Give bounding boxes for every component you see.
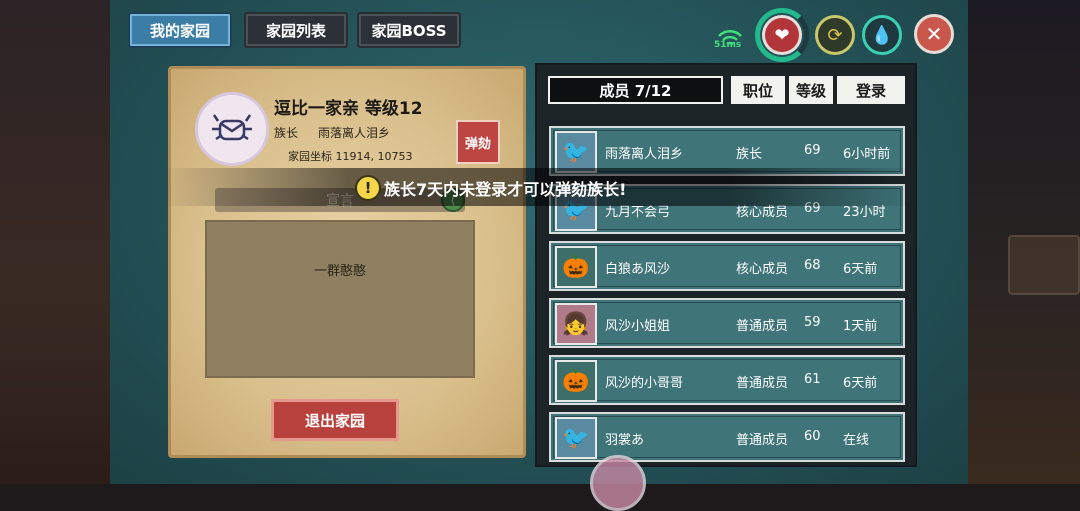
family-coordinates: 家园坐标 11914, 10753: [288, 150, 413, 163]
member-name: 雨落离人泪乡: [605, 147, 684, 162]
member-role: 核心成员: [736, 262, 789, 277]
tab-my-family[interactable]: 我的家园: [128, 12, 232, 48]
notice-text: 一群憨憨: [313, 264, 366, 279]
toast-message: 族长7天内未登录才可以弹劾族长!: [384, 180, 627, 199]
member-level: 69: [804, 143, 821, 158]
member-name: 白狼あ风沙: [605, 262, 671, 277]
rotate-icon[interactable]: ⟳: [815, 15, 855, 55]
leader-label: 族长: [274, 126, 299, 140]
level-header[interactable]: 等级: [789, 76, 833, 104]
quit-family-button[interactable]: 退出家园: [271, 399, 399, 441]
impeach-button[interactable]: 弹劾: [456, 120, 500, 164]
close-icon: ✕: [925, 22, 943, 46]
member-name: 风沙的小哥哥: [605, 376, 684, 391]
member-role: 族长: [736, 147, 763, 162]
member-role: 普通成员: [736, 376, 789, 391]
background-right: [968, 0, 1080, 484]
background-sign: [1008, 235, 1080, 295]
member-avatar: 🎃: [555, 246, 597, 288]
member-level: 59: [804, 315, 821, 330]
family-emblem: [195, 92, 269, 166]
close-button[interactable]: ✕: [914, 14, 954, 54]
member-name: 羽裳あ: [605, 433, 645, 448]
crab-icon: [212, 114, 252, 141]
member-login: 6天前: [843, 376, 878, 391]
member-role: 普通成员: [736, 433, 789, 448]
member-avatar: 🐦: [555, 417, 597, 459]
member-login: 在线: [843, 433, 870, 448]
leader-name: 雨落离人泪乡: [318, 126, 391, 140]
member-row[interactable]: 🎃 白狼あ风沙 核心成员 68 6天前: [549, 241, 905, 291]
member-row[interactable]: 👧 风沙小姐姐 普通成员 59 1天前: [549, 298, 905, 348]
member-login: 6天前: [843, 262, 878, 277]
member-level: 60: [804, 429, 821, 444]
member-avatar: 🐦: [555, 131, 597, 173]
member-level: 68: [804, 258, 821, 273]
menu-orb[interactable]: [590, 455, 646, 511]
background-left: [0, 0, 110, 484]
member-name: 风沙小姐姐: [605, 319, 671, 334]
warning-icon: !: [355, 175, 381, 201]
member-row[interactable]: 🐦 羽裳あ 普通成员 60 在线: [549, 412, 905, 462]
member-role: 普通成员: [736, 319, 789, 334]
member-avatar: 🎃: [555, 360, 597, 402]
member-login: 6小时前: [843, 147, 891, 162]
drop-icon[interactable]: 💧: [862, 15, 902, 55]
login-header[interactable]: 登录: [837, 76, 905, 104]
tab-family-list[interactable]: 家园列表: [244, 12, 348, 48]
tab-family-boss[interactable]: 家园BOSS: [357, 12, 461, 48]
member-avatar: 👧: [555, 303, 597, 345]
role-header[interactable]: 职位: [731, 76, 785, 104]
member-row[interactable]: 🎃 风沙的小哥哥 普通成员 61 6天前: [549, 355, 905, 405]
members-count-header: 成员 7/12: [548, 76, 723, 104]
member-login: 1天前: [843, 319, 878, 334]
ping-readout: 51ms: [714, 40, 742, 50]
notice-box: 一群憨憨: [205, 220, 475, 378]
heart-icon[interactable]: ❤: [762, 15, 802, 55]
family-title: 逗比一家亲 等级12: [274, 99, 423, 119]
member-level: 61: [804, 372, 821, 387]
